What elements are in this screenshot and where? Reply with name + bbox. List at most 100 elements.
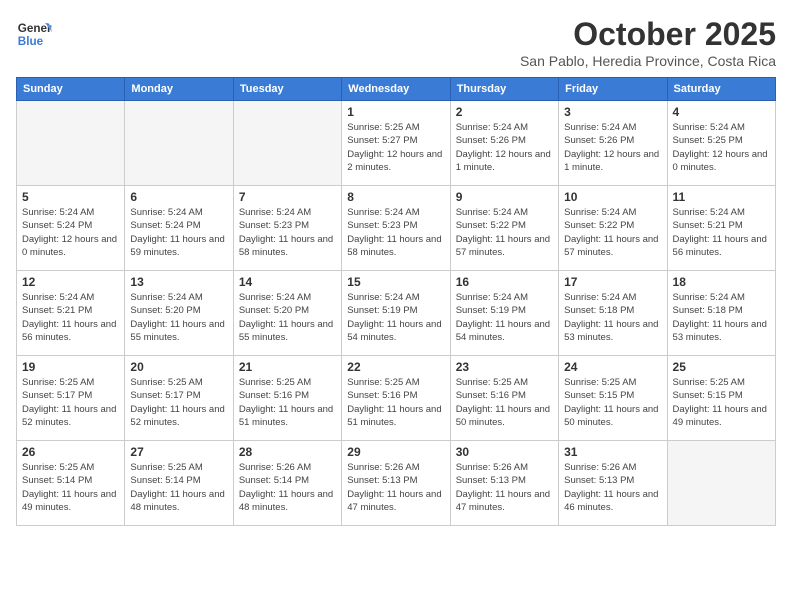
day-number: 31 xyxy=(564,445,661,459)
day-info: Sunrise: 5:25 AMSunset: 5:14 PMDaylight:… xyxy=(130,461,227,514)
day-number: 10 xyxy=(564,190,661,204)
week-row-3: 12 Sunrise: 5:24 AMSunset: 5:21 PMDayligh… xyxy=(17,271,776,356)
calendar-cell: 5 Sunrise: 5:24 AMSunset: 5:24 PMDaylight… xyxy=(17,186,125,271)
day-number: 30 xyxy=(456,445,553,459)
title-block: October 2025 San Pablo, Heredia Province… xyxy=(520,16,776,69)
day-number: 9 xyxy=(456,190,553,204)
calendar-cell: 25 Sunrise: 5:25 AMSunset: 5:15 PMDayligh… xyxy=(667,356,775,441)
day-number: 29 xyxy=(347,445,444,459)
weekday-header-monday: Monday xyxy=(125,78,233,101)
calendar-cell: 6 Sunrise: 5:24 AMSunset: 5:24 PMDaylight… xyxy=(125,186,233,271)
day-number: 16 xyxy=(456,275,553,289)
day-info: Sunrise: 5:24 AMSunset: 5:20 PMDaylight:… xyxy=(239,291,336,344)
calendar-cell: 31Sunrise: 5:26 AMSunset: 5:13 PMDayligh… xyxy=(559,441,667,526)
day-number: 12 xyxy=(22,275,119,289)
calendar-cell: 7Sunrise: 5:24 AMSunset: 5:23 PMDaylight… xyxy=(233,186,341,271)
day-number: 6 xyxy=(130,190,227,204)
calendar-cell: 2 Sunrise: 5:24 AMSunset: 5:26 PMDaylight… xyxy=(450,101,558,186)
day-info: Sunrise: 5:25 AMSunset: 5:15 PMDaylight:… xyxy=(564,376,661,429)
day-info: Sunrise: 5:24 AMSunset: 5:19 PMDaylight:… xyxy=(456,291,553,344)
weekday-header-thursday: Thursday xyxy=(450,78,558,101)
day-info: Sunrise: 5:24 AMSunset: 5:21 PMDaylight:… xyxy=(22,291,119,344)
calendar-cell: 14 Sunrise: 5:24 AMSunset: 5:20 PMDayligh… xyxy=(233,271,341,356)
day-number: 26 xyxy=(22,445,119,459)
day-number: 1 xyxy=(347,105,444,119)
week-row-1: 1Sunrise: 5:25 AMSunset: 5:27 PMDaylight… xyxy=(17,101,776,186)
day-info: Sunrise: 5:24 AMSunset: 5:24 PMDaylight:… xyxy=(22,206,119,259)
day-number: 17 xyxy=(564,275,661,289)
day-number: 3 xyxy=(564,105,661,119)
calendar-cell: 3 Sunrise: 5:24 AMSunset: 5:26 PMDaylight… xyxy=(559,101,667,186)
calendar-cell: 15 Sunrise: 5:24 AMSunset: 5:19 PMDayligh… xyxy=(342,271,450,356)
day-info: Sunrise: 5:24 AMSunset: 5:26 PMDaylight:… xyxy=(564,121,661,174)
day-number: 5 xyxy=(22,190,119,204)
day-number: 22 xyxy=(347,360,444,374)
calendar-cell: 22Sunrise: 5:25 AMSunset: 5:16 PMDayligh… xyxy=(342,356,450,441)
day-number: 2 xyxy=(456,105,553,119)
calendar-cell: 28Sunrise: 5:26 AMSunset: 5:14 PMDayligh… xyxy=(233,441,341,526)
day-number: 14 xyxy=(239,275,336,289)
day-info: Sunrise: 5:24 AMSunset: 5:23 PMDaylight:… xyxy=(347,206,444,259)
day-number: 8 xyxy=(347,190,444,204)
day-info: Sunrise: 5:24 AMSunset: 5:19 PMDaylight:… xyxy=(347,291,444,344)
week-row-4: 19 Sunrise: 5:25 AMSunset: 5:17 PMDayligh… xyxy=(17,356,776,441)
calendar-cell: 19 Sunrise: 5:25 AMSunset: 5:17 PMDayligh… xyxy=(17,356,125,441)
day-info: Sunrise: 5:24 AMSunset: 5:20 PMDaylight:… xyxy=(130,291,227,344)
calendar-cell: 16 Sunrise: 5:24 AMSunset: 5:19 PMDayligh… xyxy=(450,271,558,356)
day-info: Sunrise: 5:24 AMSunset: 5:24 PMDaylight:… xyxy=(130,206,227,259)
day-info: Sunrise: 5:25 AMSunset: 5:17 PMDaylight:… xyxy=(130,376,227,429)
day-number: 15 xyxy=(347,275,444,289)
day-info: Sunrise: 5:25 AMSunset: 5:15 PMDaylight:… xyxy=(673,376,770,429)
weekday-header-tuesday: Tuesday xyxy=(233,78,341,101)
month-title: October 2025 xyxy=(520,16,776,53)
weekday-header-sunday: Sunday xyxy=(17,78,125,101)
day-info: Sunrise: 5:24 AMSunset: 5:18 PMDaylight:… xyxy=(564,291,661,344)
day-info: Sunrise: 5:26 AMSunset: 5:13 PMDaylight:… xyxy=(456,461,553,514)
calendar-cell: 13Sunrise: 5:24 AMSunset: 5:20 PMDayligh… xyxy=(125,271,233,356)
weekday-header-friday: Friday xyxy=(559,78,667,101)
day-info: Sunrise: 5:25 AMSunset: 5:14 PMDaylight:… xyxy=(22,461,119,514)
day-number: 27 xyxy=(130,445,227,459)
day-info: Sunrise: 5:24 AMSunset: 5:22 PMDaylight:… xyxy=(564,206,661,259)
day-number: 7 xyxy=(239,190,336,204)
day-info: Sunrise: 5:25 AMSunset: 5:16 PMDaylight:… xyxy=(456,376,553,429)
day-info: Sunrise: 5:24 AMSunset: 5:22 PMDaylight:… xyxy=(456,206,553,259)
day-info: Sunrise: 5:24 AMSunset: 5:26 PMDaylight:… xyxy=(456,121,553,174)
day-number: 25 xyxy=(673,360,770,374)
calendar-cell: 11 Sunrise: 5:24 AMSunset: 5:21 PMDayligh… xyxy=(667,186,775,271)
day-number: 11 xyxy=(673,190,770,204)
location-subtitle: San Pablo, Heredia Province, Costa Rica xyxy=(520,53,776,69)
calendar-cell: 29 Sunrise: 5:26 AMSunset: 5:13 PMDayligh… xyxy=(342,441,450,526)
calendar-cell: 1Sunrise: 5:25 AMSunset: 5:27 PMDaylight… xyxy=(342,101,450,186)
calendar-cell: 4 Sunrise: 5:24 AMSunset: 5:25 PMDaylight… xyxy=(667,101,775,186)
calendar-cell xyxy=(667,441,775,526)
day-info: Sunrise: 5:24 AMSunset: 5:25 PMDaylight:… xyxy=(673,121,770,174)
day-info: Sunrise: 5:24 AMSunset: 5:18 PMDaylight:… xyxy=(673,291,770,344)
day-info: Sunrise: 5:26 AMSunset: 5:13 PMDaylight:… xyxy=(347,461,444,514)
day-info: Sunrise: 5:24 AMSunset: 5:21 PMDaylight:… xyxy=(673,206,770,259)
day-number: 21 xyxy=(239,360,336,374)
day-info: Sunrise: 5:25 AMSunset: 5:17 PMDaylight:… xyxy=(22,376,119,429)
day-number: 24 xyxy=(564,360,661,374)
weekday-header-row: SundayMondayTuesdayWednesdayThursdayFrid… xyxy=(17,78,776,101)
calendar-cell: 8 Sunrise: 5:24 AMSunset: 5:23 PMDaylight… xyxy=(342,186,450,271)
day-number: 20 xyxy=(130,360,227,374)
calendar-cell: 20 Sunrise: 5:25 AMSunset: 5:17 PMDayligh… xyxy=(125,356,233,441)
calendar-table: SundayMondayTuesdayWednesdayThursdayFrid… xyxy=(16,77,776,526)
calendar-cell: 17 Sunrise: 5:24 AMSunset: 5:18 PMDayligh… xyxy=(559,271,667,356)
weekday-header-saturday: Saturday xyxy=(667,78,775,101)
logo: General Blue xyxy=(16,16,52,52)
calendar-cell: 27 Sunrise: 5:25 AMSunset: 5:14 PMDayligh… xyxy=(125,441,233,526)
calendar-cell: 10 Sunrise: 5:24 AMSunset: 5:22 PMDayligh… xyxy=(559,186,667,271)
calendar-cell xyxy=(233,101,341,186)
day-number: 28 xyxy=(239,445,336,459)
calendar-cell: 26 Sunrise: 5:25 AMSunset: 5:14 PMDayligh… xyxy=(17,441,125,526)
week-row-5: 26 Sunrise: 5:25 AMSunset: 5:14 PMDayligh… xyxy=(17,441,776,526)
calendar-cell: 24 Sunrise: 5:25 AMSunset: 5:15 PMDayligh… xyxy=(559,356,667,441)
calendar-cell: 21Sunrise: 5:25 AMSunset: 5:16 PMDayligh… xyxy=(233,356,341,441)
day-number: 23 xyxy=(456,360,553,374)
day-number: 4 xyxy=(673,105,770,119)
calendar-cell: 12 Sunrise: 5:24 AMSunset: 5:21 PMDayligh… xyxy=(17,271,125,356)
calendar-cell: 9 Sunrise: 5:24 AMSunset: 5:22 PMDaylight… xyxy=(450,186,558,271)
day-number: 19 xyxy=(22,360,119,374)
